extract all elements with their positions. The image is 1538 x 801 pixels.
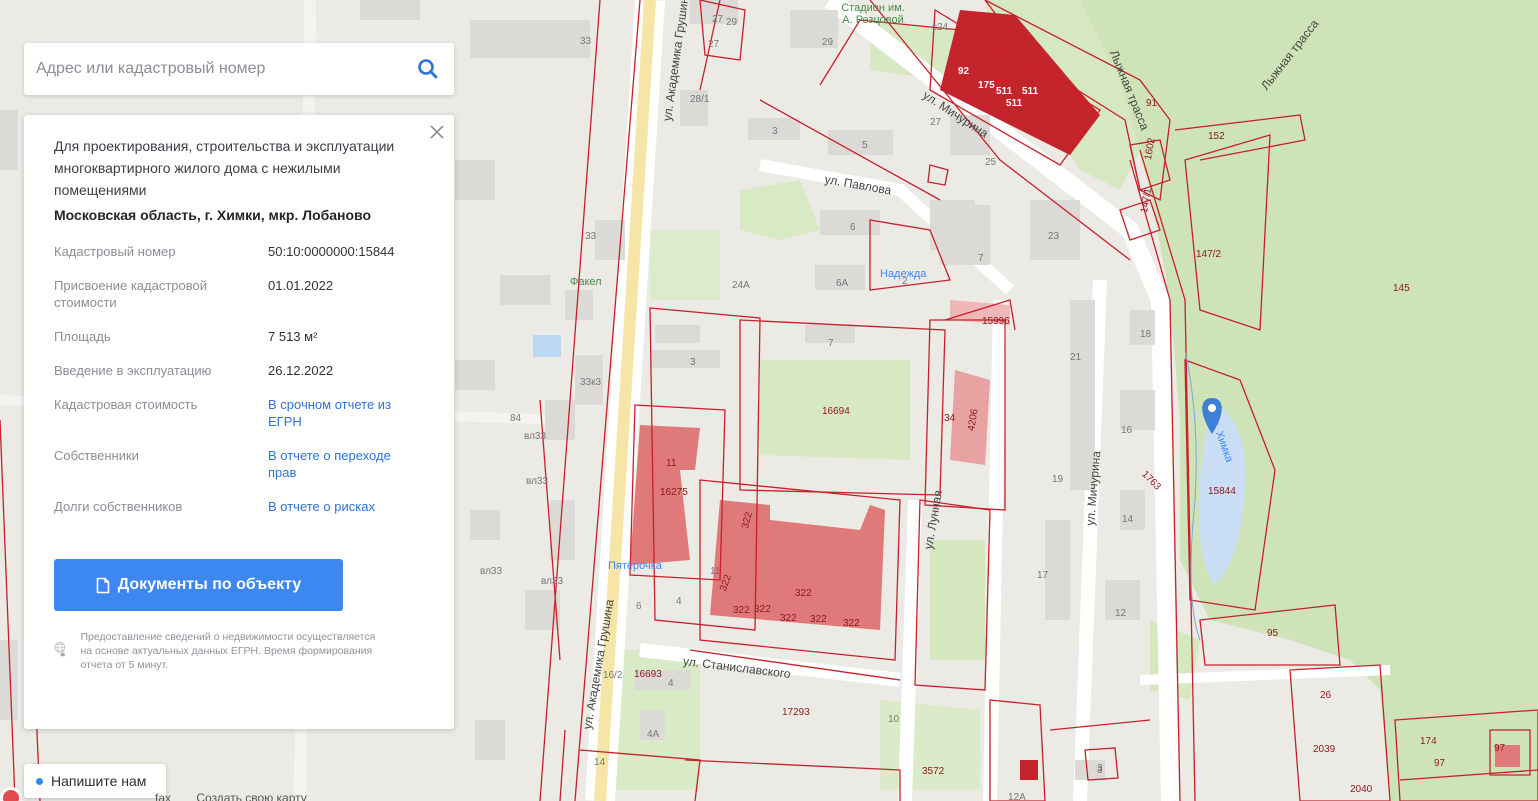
search-button[interactable] xyxy=(402,43,454,95)
prop-value: 7 513 м² xyxy=(268,329,318,344)
online-dot-icon xyxy=(36,777,43,785)
chat-button[interactable]: Напишите нам xyxy=(24,764,166,798)
prop-commissioning: Введение в эксплуатацию 26.12.2022 xyxy=(54,362,424,379)
prop-cadastral-value: Кадастровая стоимость В срочном отчете и… xyxy=(54,396,424,430)
prop-label: Присвоение кадастровой стоимости xyxy=(54,278,208,310)
object-documents-label: Документы по объекту xyxy=(117,576,302,593)
prop-label: Долги собственников xyxy=(54,499,183,514)
risks-report-link[interactable]: В отчете о рисках xyxy=(268,498,418,515)
prop-value: 01.01.2022 xyxy=(268,278,334,293)
object-documents-button[interactable]: Документы по объекту xyxy=(54,559,343,611)
object-info-panel: Для проектирования, строительства и эксп… xyxy=(24,115,454,729)
parcel-purpose: Для проектирования, строительства и эксп… xyxy=(54,138,395,198)
prop-value: 26.12.2022 xyxy=(268,363,334,378)
property-list: Кадастровый номер 50:10:0000000:15844 Пр… xyxy=(54,243,424,515)
disclaimer-text: Предоставление сведений о недвижимости о… xyxy=(80,631,376,671)
search-box xyxy=(24,43,454,95)
prop-area: Площадь 7 513 м² xyxy=(54,328,424,345)
urgent-report-link[interactable]: В срочном отчете из ЕГРН xyxy=(268,396,418,430)
prop-label: Введение в эксплуатацию xyxy=(54,363,212,378)
prop-label: Кадастровый номер xyxy=(54,244,176,259)
prop-label: Кадастровая стоимость xyxy=(54,397,198,412)
prop-value: 50:10:0000000:15844 xyxy=(268,244,395,259)
create-map-link[interactable]: Создать свою карту xyxy=(196,791,306,801)
close-panel-button[interactable] xyxy=(428,123,446,141)
globe-lock-icon xyxy=(54,642,66,657)
parcel-address: Московская область, г. Химки, мкр. Лобан… xyxy=(54,207,372,223)
egrn-disclaimer: Предоставление сведений о недвижимости о… xyxy=(54,630,384,672)
prop-owners: Собственники В отчете о переходе прав xyxy=(54,447,424,481)
prop-owner-debts: Долги собственников В отчете о рисках xyxy=(54,498,424,515)
prop-cadastral-number: Кадастровый номер 50:10:0000000:15844 xyxy=(54,243,424,260)
bottom-links: fax Создать свою карту xyxy=(155,791,329,801)
chat-button-label: Напишите нам xyxy=(51,773,147,789)
prop-label: Площадь xyxy=(54,329,111,344)
search-input[interactable] xyxy=(24,43,402,95)
rights-transfer-report-link[interactable]: В отчете о переходе прав xyxy=(268,447,418,481)
document-icon xyxy=(96,577,110,593)
search-icon xyxy=(418,59,438,79)
prop-valuation-date: Присвоение кадастровой стоимости 01.01.2… xyxy=(54,277,424,311)
prop-label: Собственники xyxy=(54,448,139,463)
bottom-link[interactable]: fax xyxy=(155,791,171,801)
close-icon xyxy=(430,125,444,139)
